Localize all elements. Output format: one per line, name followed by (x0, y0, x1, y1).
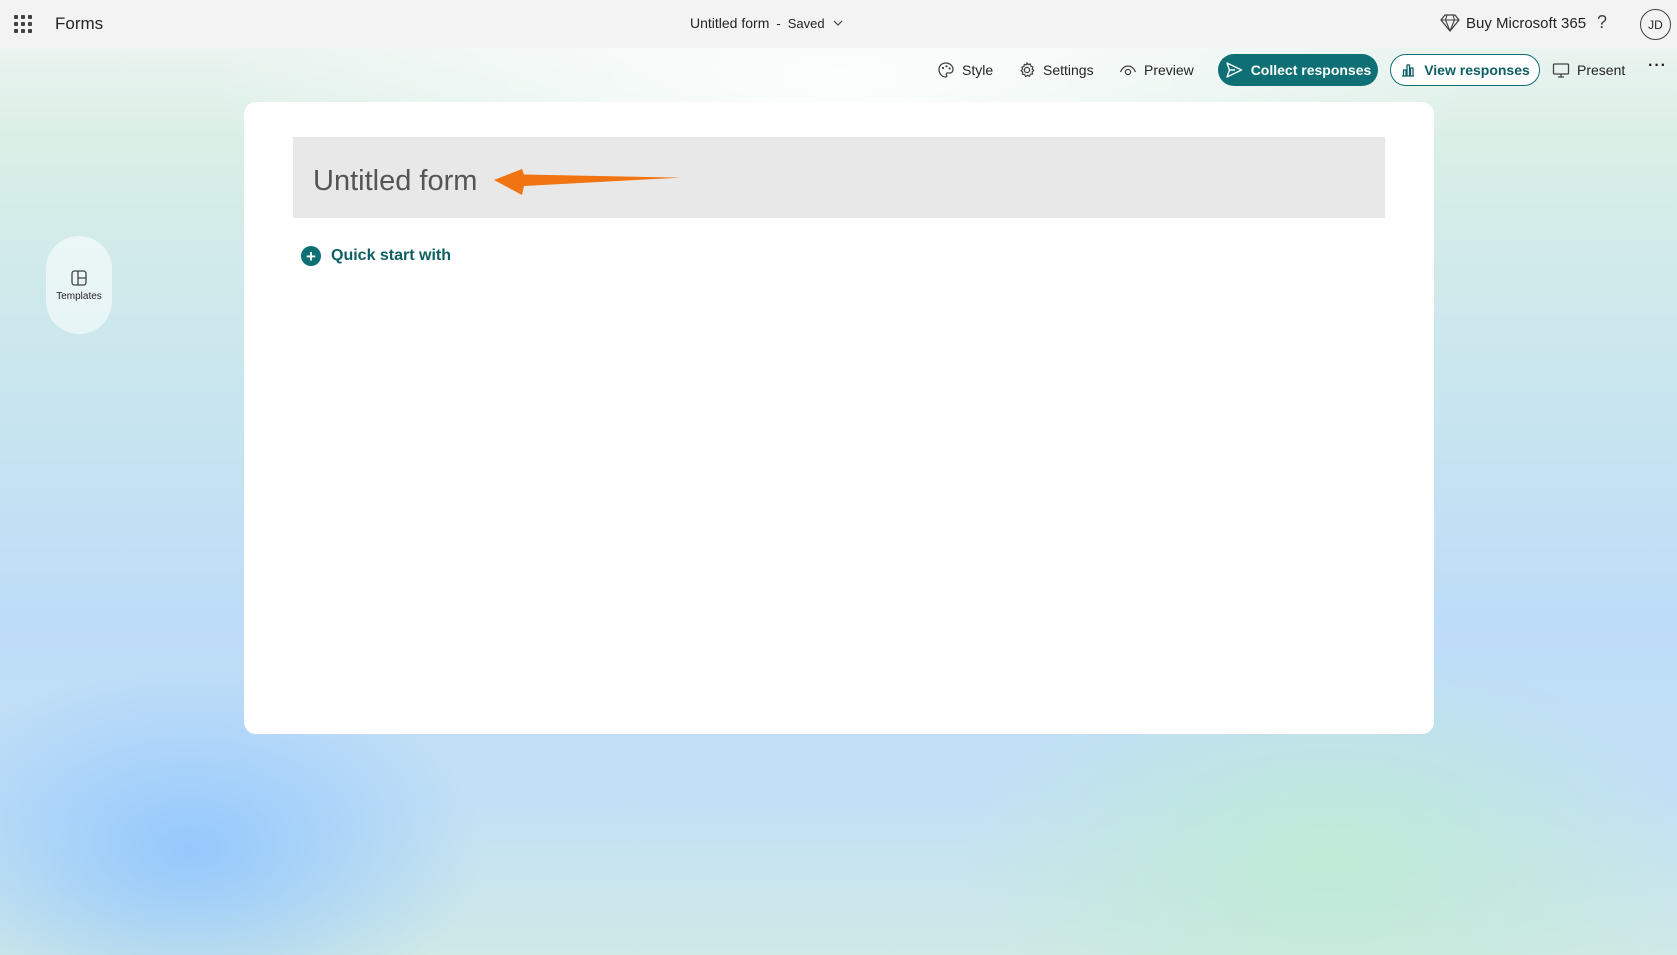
help-icon[interactable]: ? (1597, 12, 1607, 33)
form-title-area[interactable]: Untitled form (293, 137, 1385, 218)
present-label: Present (1577, 62, 1626, 78)
style-label: Style (962, 62, 994, 78)
preview-button[interactable]: Preview (1119, 54, 1194, 86)
form-title[interactable]: Untitled form (313, 165, 477, 198)
diamond-icon (1440, 14, 1460, 32)
app-name[interactable]: Forms (55, 14, 103, 34)
collect-responses-label: Collect responses (1250, 62, 1372, 78)
top-bar: Forms Untitled form - Saved Buy Microsof… (0, 0, 1677, 48)
eye-icon (1119, 65, 1137, 76)
settings-button[interactable]: Settings (1018, 54, 1094, 86)
collect-responses-button[interactable]: Collect responses (1218, 54, 1378, 86)
chevron-down-icon (833, 20, 843, 26)
avatar[interactable]: JD (1640, 9, 1671, 40)
preview-label: Preview (1144, 62, 1194, 78)
present-button[interactable]: Present (1552, 54, 1625, 86)
quick-start-button[interactable]: + Quick start with (301, 246, 451, 266)
gear-icon (1020, 62, 1035, 78)
annotation-arrow-icon (494, 169, 681, 195)
send-icon (1225, 62, 1242, 78)
monitor-icon (1552, 63, 1570, 78)
templates-label: Templates (56, 290, 102, 302)
settings-label: Settings (1043, 62, 1094, 78)
plus-circle-icon: + (301, 246, 321, 266)
form-card: Untitled form + Quick start with (244, 102, 1434, 734)
palette-icon (938, 62, 954, 78)
quick-start-label: Quick start with (331, 247, 452, 264)
document-title-menu[interactable]: Untitled form - Saved (690, 15, 843, 31)
title-separator: - (776, 15, 781, 31)
template-layout-icon (71, 269, 87, 286)
more-options-icon[interactable]: ··· (1648, 57, 1667, 75)
view-responses-button[interactable]: View responses (1390, 54, 1540, 86)
templates-button[interactable]: Templates (46, 236, 112, 334)
buy-label: Buy Microsoft 365 (1466, 14, 1587, 32)
view-responses-label: View responses (1424, 62, 1530, 78)
buy-microsoft-365-button[interactable]: Buy Microsoft 365 (1440, 14, 1586, 32)
save-status: Saved (787, 15, 825, 31)
style-button[interactable]: Style (937, 54, 993, 86)
app-launcher-icon[interactable] (14, 15, 32, 33)
chart-icon (1402, 64, 1415, 77)
command-bar: Style Settings Preview Collect responses… (0, 54, 1677, 86)
document-title: Untitled form (690, 15, 770, 31)
